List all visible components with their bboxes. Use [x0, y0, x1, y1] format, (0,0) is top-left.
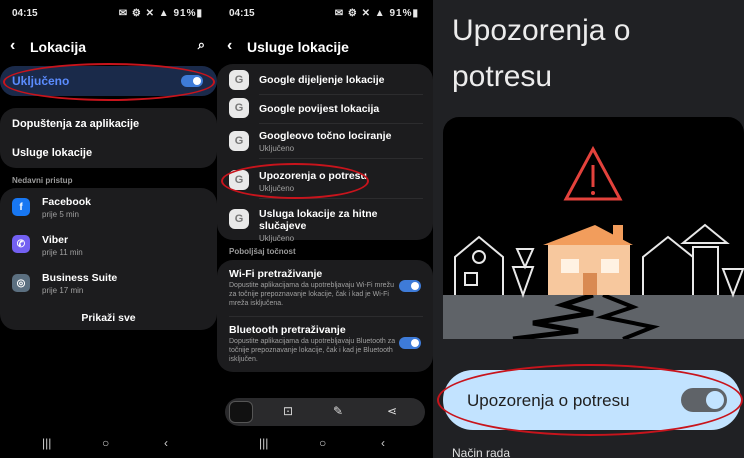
bluetooth-scanning-desc: Dopustite aplikacijama da upotrebljavaju… — [229, 338, 396, 363]
google-icon: G — [229, 209, 249, 229]
service-status: Uključeno — [259, 144, 295, 153]
services-card: G Google dijeljenje lokacije G Google po… — [217, 64, 433, 243]
home-nav-icon[interactable]: ○ — [102, 436, 109, 450]
earthquake-alerts-screen: Upozorenja o potresu Upozorenja o potres… — [433, 0, 744, 458]
nav-bar: ||| ○ ‹ — [0, 428, 217, 458]
edit-icon[interactable]: ✎ — [333, 404, 343, 418]
divider — [259, 123, 423, 124]
wifi-scanning-title: Wi-Fi pretraživanje — [229, 268, 323, 280]
facebook-icon: f — [12, 198, 30, 216]
annotation-circle — [221, 163, 369, 199]
share-icon[interactable]: ⋖ — [387, 404, 397, 418]
divider — [259, 158, 423, 159]
home-nav-icon[interactable]: ○ — [319, 436, 326, 450]
divider — [259, 94, 423, 95]
recent-app-name: Business Suite — [42, 272, 118, 284]
location-menu-card: Dopuštenja za aplikacije Usluge lokacije — [0, 108, 217, 168]
app-permissions-item[interactable]: Dopuštenja za aplikacije — [12, 118, 205, 130]
show-all-button[interactable]: Prikaži sve — [0, 312, 217, 324]
status-time: 04:15 — [12, 8, 38, 19]
mode-label[interactable]: Način rada — [452, 446, 510, 458]
back-arrow-icon[interactable]: ‹ — [10, 37, 15, 55]
recent-app-name: Viber — [42, 234, 69, 246]
status-icons: ✉ ⚙ ✕ ▲ 91%▮ — [334, 8, 419, 19]
wifi-scanning-toggle[interactable] — [399, 280, 421, 292]
location-settings-screen: 04:15 ✉ ⚙ ✕ ▲ 91%▮ ‹ Lokacija ⌕ Uključen… — [0, 0, 217, 458]
recent-app-name: Facebook — [42, 196, 92, 208]
divider — [229, 316, 423, 317]
google-icon: G — [229, 98, 249, 118]
annotation-circle — [437, 364, 743, 436]
service-label: Google povijest lokacija — [259, 103, 380, 115]
search-icon[interactable]: ⌕ — [198, 37, 205, 53]
annotation-circle — [3, 63, 215, 101]
service-status: Uključeno — [259, 234, 295, 243]
scroll-capture-icon[interactable]: ⊡ — [283, 404, 293, 418]
google-icon: G — [229, 70, 249, 90]
back-arrow-icon[interactable]: ‹ — [227, 37, 232, 55]
status-bar: 04:15 ✉ ⚙ ✕ ▲ 91%▮ — [0, 0, 217, 26]
business-suite-icon: ◎ — [12, 274, 30, 292]
status-bar: 04:15 ✉ ⚙ ✕ ▲ 91%▮ — [217, 0, 433, 26]
recent-apps-card: f Facebook prije 5 min ✆ Viber prije 11 … — [0, 188, 217, 330]
page-title: Upozorenja o potresu — [452, 8, 630, 100]
service-label: Usluga lokacije za hitne slučajeve — [259, 208, 378, 232]
service-label: Google dijeljenje lokacije — [259, 74, 385, 86]
location-services-screen: 04:15 ✉ ⚙ ✕ ▲ 91%▮ ‹ Usluge lokacije G G… — [217, 0, 433, 458]
bluetooth-scanning-toggle[interactable] — [399, 337, 421, 349]
viber-icon: ✆ — [12, 235, 30, 253]
recents-nav-icon[interactable]: ||| — [259, 436, 268, 450]
google-icon: G — [229, 131, 249, 151]
improve-accuracy-header: Poboljšaj točnost — [229, 247, 296, 256]
service-label: Googleovo točno lociranje — [259, 130, 392, 142]
app-header: ‹ Lokacija ⌕ — [10, 36, 207, 58]
earthquake-illustration — [443, 117, 744, 339]
app-header: ‹ Usluge lokacije — [227, 36, 423, 58]
back-nav-icon[interactable]: ‹ — [164, 436, 168, 450]
screenshot-thumbnail[interactable] — [229, 401, 253, 423]
recent-app-time: prije 11 min — [42, 248, 83, 257]
bluetooth-scanning-title: Bluetooth pretraživanje — [229, 324, 346, 336]
page-title: Usluge lokacije — [247, 39, 349, 55]
status-icons: ✉ ⚙ ✕ ▲ 91%▮ — [118, 8, 203, 19]
page-title: Lokacija — [30, 39, 87, 55]
screenshot-toolbar: ⊡ ✎ ⋖ — [225, 398, 425, 426]
recent-app-time: prije 17 min — [42, 286, 84, 295]
wifi-scanning-desc: Dopustite aplikacijama da upotrebljavaju… — [229, 282, 394, 307]
recent-access-header: Nedavni pristup — [12, 176, 73, 185]
back-nav-icon[interactable]: ‹ — [381, 436, 385, 450]
page-title-line1: Upozorenja o — [452, 14, 631, 47]
status-time: 04:15 — [229, 8, 255, 19]
recents-nav-icon[interactable]: ||| — [42, 436, 51, 450]
page-title-line2: potresu — [452, 60, 553, 93]
accuracy-card: Wi-Fi pretraživanje Dopustite aplikacija… — [217, 260, 433, 372]
location-services-item[interactable]: Usluge lokacije — [12, 147, 205, 159]
recent-app-time: prije 5 min — [42, 210, 79, 219]
nav-bar: ||| ○ ‹ — [217, 428, 433, 458]
